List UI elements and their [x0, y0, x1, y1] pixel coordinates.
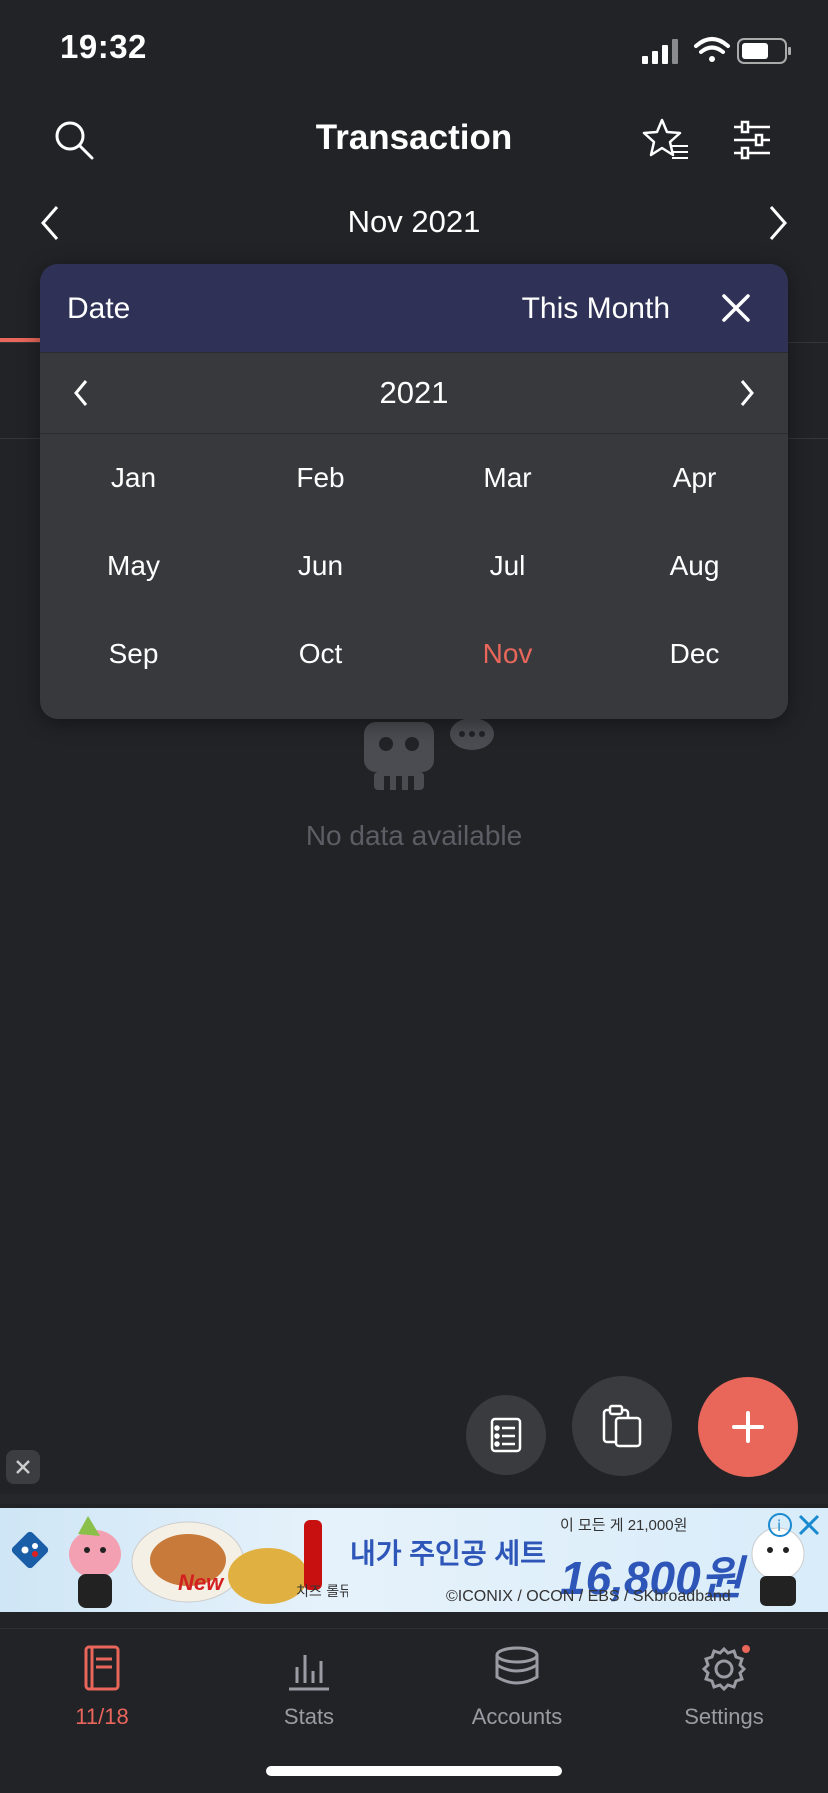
current-month-label[interactable]: Nov 2021 — [0, 204, 828, 240]
pizza-logo-icon — [11, 1531, 49, 1569]
month-apr[interactable]: Apr — [601, 434, 788, 522]
nav-item-stats[interactable]: Stats — [234, 1643, 384, 1730]
nav-item-settings[interactable]: Settings — [649, 1643, 799, 1730]
month-jan[interactable]: Jan — [40, 434, 227, 522]
ad-new-label: New — [178, 1570, 224, 1595]
month-jun[interactable]: Jun — [227, 522, 414, 610]
status-time: 19:32 — [60, 28, 147, 65]
month-aug[interactable]: Aug — [601, 522, 788, 610]
month-oct[interactable]: Oct — [227, 610, 414, 698]
ad-banner[interactable]: 치즈 롤뮤 New 내가 주인공 세트 이 모든 게 21,000원 16,80… — [0, 1508, 828, 1612]
nav-item-transactions[interactable]: 11/18 — [27, 1643, 177, 1730]
list-view-button[interactable] — [466, 1395, 546, 1475]
ad-headline: 내가 주인공 세트 — [350, 1538, 546, 1569]
nav-label-settings: Settings — [684, 1704, 764, 1729]
gear-icon — [701, 1645, 750, 1692]
next-year-icon[interactable] — [726, 373, 766, 413]
robot-empty-icon — [364, 718, 494, 790]
month-grid: Jan Feb Mar Apr May Jun Jul Aug Sep Oct Nov Dec — [40, 434, 788, 698]
month-may[interactable]: May — [40, 522, 227, 610]
home-indicator — [266, 1766, 562, 1776]
this-month-button[interactable]: This Month — [522, 292, 670, 326]
ad-dismiss-button[interactable] — [6, 1450, 40, 1484]
status-icons — [642, 37, 791, 64]
nav-label-stats: Stats — [283, 1704, 335, 1729]
star-list-icon — [642, 118, 688, 159]
ad-choices-icon[interactable]: i — [764, 1510, 824, 1540]
plus-icon — [732, 1411, 764, 1443]
ad-spacer — [0, 1494, 828, 1504]
svg-text:치즈 롤뮤: 치즈 롤뮤 — [296, 1584, 348, 1600]
wifi-icon — [694, 37, 730, 62]
svg-text:i: i — [777, 1517, 781, 1535]
month-nov[interactable]: Nov — [414, 610, 601, 698]
page-title: Transaction — [315, 118, 513, 157]
food-image: 치즈 롤뮤 — [131, 1520, 348, 1604]
coins-icon — [495, 1646, 539, 1685]
year-selector: 2021 — [40, 352, 788, 434]
character-mascot-icon — [69, 1516, 121, 1608]
nav-label-accounts: Accounts — [471, 1704, 563, 1729]
popup-title: Date — [67, 292, 131, 325]
battery-icon — [737, 38, 791, 64]
empty-state-text: No data available — [305, 820, 523, 851]
book-icon — [84, 1645, 120, 1691]
next-month-button[interactable] — [748, 193, 808, 253]
month-mar[interactable]: Mar — [414, 434, 601, 522]
popup-header: Date This Month — [40, 264, 788, 352]
checklist-icon — [490, 1417, 522, 1453]
clipboard-copy-icon — [602, 1404, 642, 1448]
year-label: 2021 — [379, 375, 449, 410]
month-jul[interactable]: Jul — [414, 522, 601, 610]
close-icon[interactable] — [714, 286, 758, 330]
sliders-icon — [734, 120, 770, 160]
nav-item-accounts[interactable]: Accounts — [442, 1643, 592, 1730]
ad-small-text: 이 모든 게 21,000원 — [560, 1517, 688, 1534]
ad-credit: ©ICONIX / OCON / EBS / SKbroadband — [446, 1588, 731, 1605]
month-dec[interactable]: Dec — [601, 610, 788, 698]
bar-chart-icon — [289, 1655, 329, 1691]
add-transaction-button[interactable] — [698, 1377, 798, 1477]
signal-icon — [642, 39, 678, 64]
month-sep[interactable]: Sep — [40, 610, 227, 698]
close-icon — [16, 1460, 30, 1474]
month-feb[interactable]: Feb — [227, 434, 414, 522]
chevron-right-icon — [769, 206, 787, 240]
date-picker-popup: Date This Month 2021 Jan Feb Mar Apr May Jun J… — [40, 264, 788, 719]
favorites-button[interactable] — [636, 110, 696, 170]
copy-button[interactable] — [572, 1376, 672, 1476]
filter-button[interactable] — [722, 110, 782, 170]
nav-label-transactions: 11/18 — [75, 1704, 129, 1729]
